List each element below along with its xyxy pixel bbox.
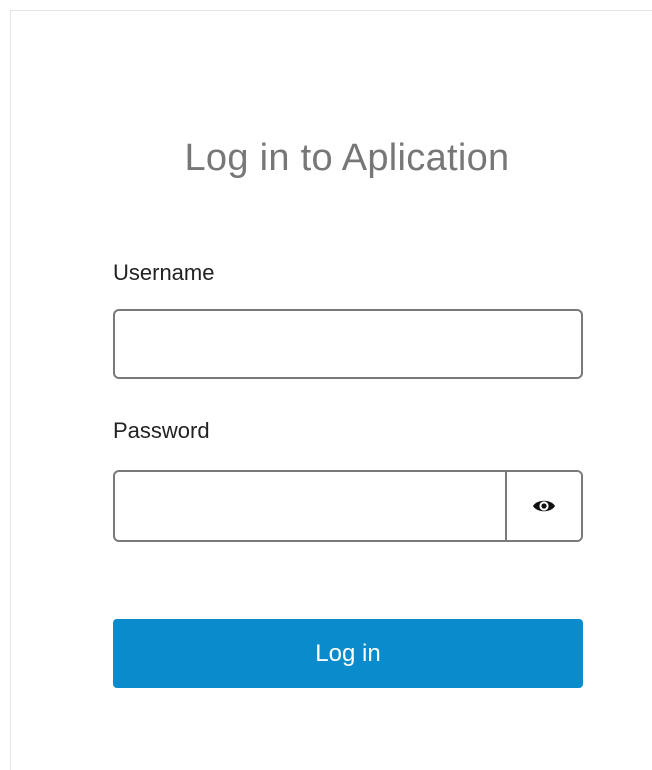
password-input[interactable] xyxy=(115,472,505,540)
login-card: Log in to Aplication Username Password L… xyxy=(10,10,652,770)
login-button[interactable]: Log in xyxy=(113,619,583,688)
show-password-toggle[interactable] xyxy=(505,472,581,540)
username-label: Username xyxy=(113,260,215,285)
eye-icon xyxy=(532,497,556,515)
username-input[interactable] xyxy=(113,309,583,379)
password-label: Password xyxy=(113,418,210,443)
page-title: Log in to Aplication xyxy=(184,137,510,179)
password-field-group xyxy=(113,470,583,542)
